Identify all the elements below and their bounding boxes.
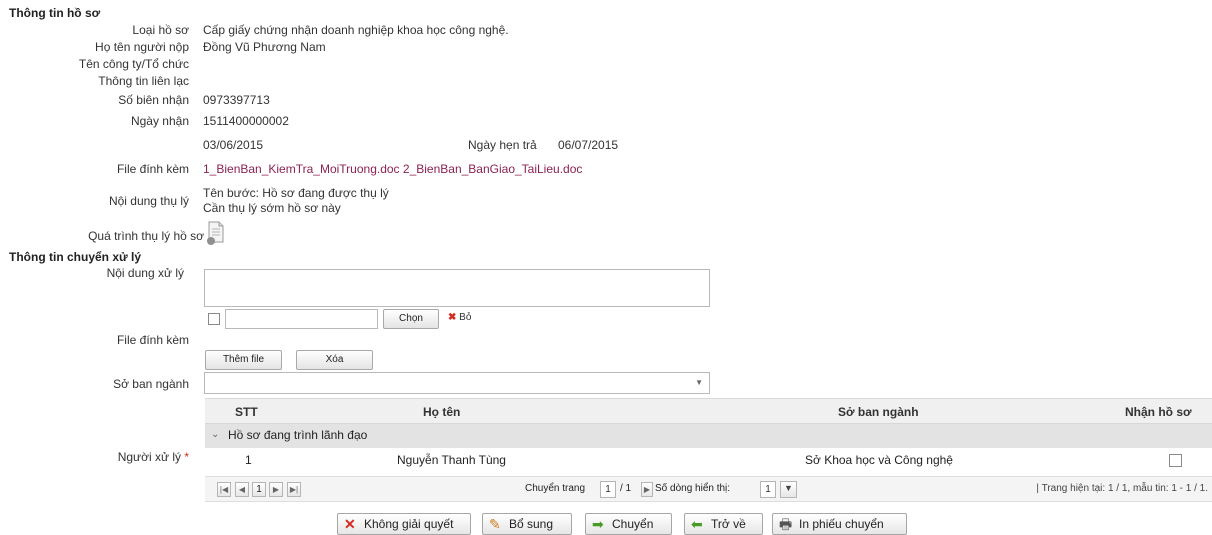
grid-header: STT Họ tên Sở ban ngành Nhận hồ sơ [205,398,1212,424]
cross-icon: ✕ [344,516,356,532]
so-ban-nganh-label: Sở ban ngành [113,377,189,391]
printer-icon: 🖶 [779,516,793,532]
loai-ho-so-value: Cấp giấy chứng nhận doanh nghiệp khoa họ… [203,23,509,37]
current-page-button[interactable]: 1 [252,482,266,497]
ngay-nhan-value: 03/06/2015 [203,138,264,152]
file-dinh-kem-label: File đính kèm [116,162,189,176]
row-stt: 1 [245,453,252,467]
file-link-2[interactable]: 2_BienBan_BanGiao_TaiLieu.doc [403,162,582,176]
grid-group-row[interactable]: ⌄ Hồ sơ đang trình lãnh đạo [205,424,1212,448]
prev-page-icon[interactable]: ◀ [235,482,249,497]
in-phieu-button[interactable]: 🖶 In phiếu chuyển [772,513,907,535]
col-ho-ten-header: Họ tên [423,405,461,419]
ngay-nhan-label: Ngày nhận [130,114,189,128]
noi-dung-line-1: Tên bước: Hồ sơ đang được thụ lý [203,186,389,200]
noi-dung-line-2: Cần thụ lý sớm hồ sơ này [203,201,341,215]
page-number-input[interactable]: 1 [600,481,616,498]
noi-dung-xu-ly-input[interactable] [204,269,710,307]
col-nhan-ho-so-header: Nhận hồ sơ [1125,405,1192,419]
history-document-icon[interactable] [205,220,227,246]
loai-ho-so-label: Loại hồ sơ [132,23,189,37]
filter-icon[interactable]: ▼ [780,481,797,498]
collapse-chevron-icon[interactable]: ⌄ [211,429,219,440]
grid-pager: |◀ ◀ 1 ▶ ▶| Chuyển trang 1 / 1 ▶ Số dòng… [205,476,1212,502]
col-so-ban-nganh-header: Sở ban ngành [838,405,919,419]
chuyen-button[interactable]: ➡ Chuyển [585,513,672,535]
ho-ten-value: Đồng Vũ Phương Nam [203,40,326,54]
nguoi-xu-ly-label: Người xử lý * [117,450,189,464]
bien-nhan-value: 1511400000002 [203,114,289,128]
section-title-ho-so: Thông tin hồ sơ [9,6,101,20]
lien-lac-label: Thông tin liên lạc [98,74,189,88]
ngay-hen-tra-label: Ngày hẹn trả [468,138,537,152]
remove-x-icon: ✖ [448,312,457,323]
last-page-icon[interactable]: ▶| [287,482,301,497]
bo-file-link[interactable]: ✖ Bỏ [448,312,471,323]
col-stt-header: STT [235,405,258,419]
file-path-input[interactable] [225,309,378,329]
chon-button[interactable]: Chọn [383,309,439,329]
pager-status: | Trang hiện tại: 1 / 1, mẫu tin: 1 - 1 … [1036,483,1208,494]
group-label: Hồ sơ đang trình lãnh đạo [228,428,368,442]
chevron-down-icon: ▼ [695,378,703,387]
so-dong-label: Số dòng hiển thị: [655,483,731,494]
bo-label: Bỏ [459,312,472,323]
next-page-icon[interactable]: ▶ [269,482,283,497]
them-file-button[interactable]: Thêm file [205,350,282,370]
arrow-left-icon: ⬅ [691,516,703,532]
row-ho-ten: Nguyễn Thanh Tùng [397,453,506,467]
ho-ten-label: Họ tên người nộp [95,40,189,54]
go-page-icon[interactable]: ▶ [641,482,653,497]
chuyen-trang-label: Chuyển trang [525,483,586,494]
lien-lac-value: 0973397713 [203,93,270,107]
ngay-hen-tra-value: 06/07/2015 [558,138,619,152]
tro-ve-button[interactable]: ⬅ Trở về [684,513,763,535]
row-nhan-ho-so-checkbox[interactable] [1169,454,1182,467]
required-mark: * [184,450,189,464]
arrow-right-icon: ➡ [592,516,604,532]
file-select-checkbox[interactable] [208,313,220,325]
bo-sung-button[interactable]: ✎ Bổ sung [482,513,572,535]
bien-nhan-label: Số biên nhận [118,93,189,107]
first-page-icon[interactable]: |◀ [217,482,231,497]
khong-giai-quyet-button[interactable]: ✕ Không giải quyết [337,513,471,535]
file-link-1[interactable]: 1_BienBan_KiemTra_MoiTruong.doc [203,162,400,176]
pencil-icon: ✎ [489,516,501,532]
noi-dung-xu-ly-label: Nội dung xử lý [106,266,184,280]
file-dinh-kem-2-label: File đính kèm [116,333,189,347]
cong-ty-label: Tên công ty/Tổ chức [78,57,189,71]
noi-dung-thu-ly-label: Nội dung thụ lý [108,194,189,208]
xoa-button[interactable]: Xóa [296,350,373,370]
rows-per-page-input[interactable]: 1 [760,481,776,498]
row-so-ban-nganh: Sở Khoa học và Công nghệ [805,453,953,467]
table-row[interactable]: 1 Nguyễn Thanh Tùng Sở Khoa học và Công … [205,448,1212,472]
qua-trinh-label: Quá trình thụ lý hồ sơ [88,229,204,243]
section-title-chuyen-xu-ly: Thông tin chuyển xử lý [9,250,142,264]
total-pages: / 1 [620,483,632,494]
so-ban-nganh-select[interactable]: ▼ [204,372,710,394]
